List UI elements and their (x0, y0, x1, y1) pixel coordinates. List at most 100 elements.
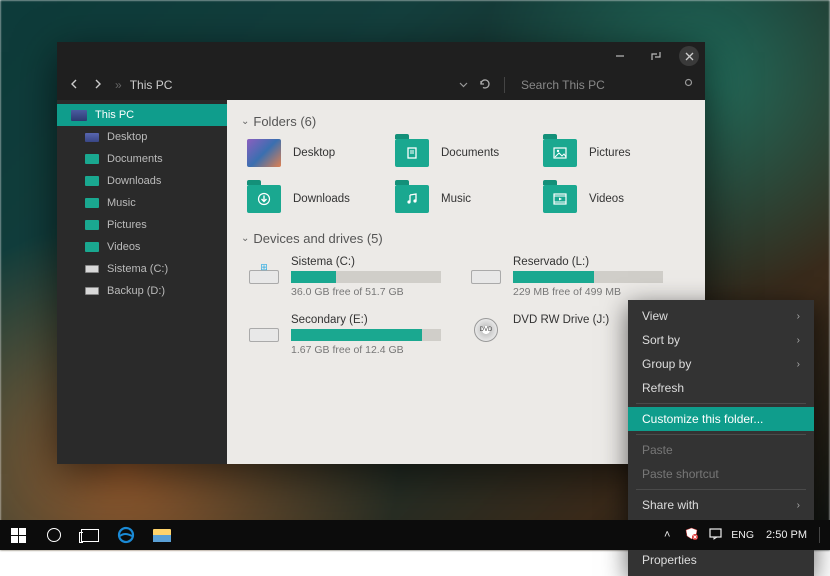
drive-icon (469, 256, 503, 284)
folder-videos[interactable]: Videos (543, 185, 691, 213)
refresh-button[interactable] (476, 78, 494, 93)
drive-free-text: 36.0 GB free of 51.7 GB (291, 286, 469, 298)
context-share[interactable]: Share with› (628, 493, 814, 517)
context-refresh[interactable]: Refresh (628, 376, 814, 400)
section-label: Devices and drives (5) (253, 231, 382, 246)
minimize-button[interactable] (607, 45, 633, 67)
sidebar-item-downloads[interactable]: Downloads (57, 170, 227, 192)
folder-icon (153, 529, 171, 542)
taskbar: ˄ ENG 2:50 PM (0, 520, 830, 550)
sidebar-item-label: Pictures (107, 219, 147, 231)
drive-icon (247, 314, 281, 342)
desktop-icon (85, 133, 99, 142)
sidebar-item-this-pc[interactable]: This PC (57, 104, 227, 126)
downloads-icon (247, 185, 281, 213)
language-indicator[interactable]: ENG (731, 529, 754, 541)
music-icon (395, 185, 429, 213)
task-view-button[interactable] (72, 520, 108, 550)
sidebar-item-videos[interactable]: Videos (57, 236, 227, 258)
drive-free-text: 1.67 GB free of 12.4 GB (291, 344, 469, 356)
context-sort[interactable]: Sort by› (628, 328, 814, 352)
drive-label: Sistema (C:) (291, 256, 469, 268)
pictures-icon (543, 139, 577, 167)
edge-icon (117, 526, 135, 544)
edge-button[interactable] (108, 520, 144, 550)
forward-button[interactable] (89, 78, 107, 92)
folder-pictures[interactable]: Pictures (543, 139, 691, 167)
search-input[interactable]: Search This PC (515, 78, 675, 92)
section-label: Folders (6) (253, 114, 316, 129)
drive-reservado-l[interactable]: Reservado (L:) 229 MB free of 499 MB (469, 256, 691, 298)
storage-bar (291, 329, 441, 341)
breadcrumb-separator: » (113, 78, 124, 92)
sidebar-item-label: Backup (D:) (107, 285, 165, 297)
context-group[interactable]: Group by› (628, 352, 814, 376)
folder-downloads[interactable]: Downloads (247, 185, 395, 213)
close-button[interactable] (679, 46, 699, 66)
clock[interactable]: 2:50 PM (762, 529, 811, 541)
sidebar-item-label: Documents (107, 153, 163, 165)
folder-icon (85, 176, 99, 186)
folder-icon (85, 198, 99, 208)
drive-label: Secondary (E:) (291, 314, 469, 326)
sidebar-item-music[interactable]: Music (57, 192, 227, 214)
context-paste-shortcut: Paste shortcut (628, 462, 814, 486)
start-button[interactable] (0, 520, 36, 550)
sidebar-item-documents[interactable]: Documents (57, 148, 227, 170)
maximize-button[interactable] (643, 45, 669, 67)
cortana-icon (47, 528, 61, 542)
toolbar-divider (504, 77, 505, 93)
folder-label: Videos (589, 193, 624, 205)
folder-icon (85, 220, 99, 230)
sidebar-item-label: Videos (107, 241, 140, 253)
chevron-down-icon: ⌄ (241, 116, 249, 127)
folder-label: Desktop (293, 147, 335, 159)
chevron-right-icon: › (797, 359, 800, 370)
drives-section-header[interactable]: ⌄ Devices and drives (5) (241, 231, 691, 246)
sidebar-item-pictures[interactable]: Pictures (57, 214, 227, 236)
cortana-button[interactable] (36, 520, 72, 550)
chevron-down-icon: ⌄ (241, 233, 249, 244)
sidebar-item-sistema-c[interactable]: Sistema (C:) (57, 258, 227, 280)
folder-documents[interactable]: Documents (395, 139, 543, 167)
folder-label: Pictures (589, 147, 631, 159)
drive-icon (85, 287, 99, 295)
show-desktop-button[interactable] (819, 527, 820, 543)
context-customize[interactable]: Customize this folder... (628, 407, 814, 431)
folder-label: Documents (441, 147, 499, 159)
breadcrumb[interactable]: This PC (130, 78, 173, 92)
history-dropdown[interactable] (456, 78, 470, 92)
drive-sistema-c[interactable]: ⊞ Sistema (C:) 36.0 GB free of 51.7 GB (247, 256, 469, 298)
folder-desktop[interactable]: Desktop (247, 139, 395, 167)
dvd-icon: DVD (469, 314, 503, 342)
search-icon[interactable] (681, 78, 697, 92)
sidebar-item-desktop[interactable]: Desktop (57, 126, 227, 148)
folder-icon (85, 242, 99, 252)
sidebar-item-label: Desktop (107, 131, 147, 143)
menu-separator (636, 434, 806, 435)
storage-bar (513, 271, 663, 283)
action-center-icon[interactable] (707, 527, 723, 543)
sidebar-item-label: Downloads (107, 175, 161, 187)
documents-icon (395, 139, 429, 167)
folders-section-header[interactable]: ⌄ Folders (6) (241, 114, 691, 129)
security-alert-icon[interactable] (683, 527, 699, 543)
folder-label: Downloads (293, 193, 350, 205)
tray-chevron-icon[interactable]: ˄ (659, 529, 675, 541)
sidebar-item-label: Music (107, 197, 136, 209)
windows-icon (11, 528, 26, 543)
task-view-icon (81, 529, 99, 542)
drive-secondary-e[interactable]: Secondary (E:) 1.67 GB free of 12.4 GB (247, 314, 469, 356)
drive-label: Reservado (L:) (513, 256, 691, 268)
sidebar-item-label: Sistema (C:) (107, 263, 168, 275)
context-paste: Paste (628, 438, 814, 462)
chevron-right-icon: › (797, 311, 800, 322)
context-properties[interactable]: Properties (628, 548, 814, 572)
folder-music[interactable]: Music (395, 185, 543, 213)
drive-icon (85, 265, 99, 273)
folder-label: Music (441, 193, 471, 205)
back-button[interactable] (65, 78, 83, 92)
sidebar-item-backup-d[interactable]: Backup (D:) (57, 280, 227, 302)
file-explorer-button[interactable] (144, 520, 180, 550)
context-view[interactable]: View› (628, 304, 814, 328)
